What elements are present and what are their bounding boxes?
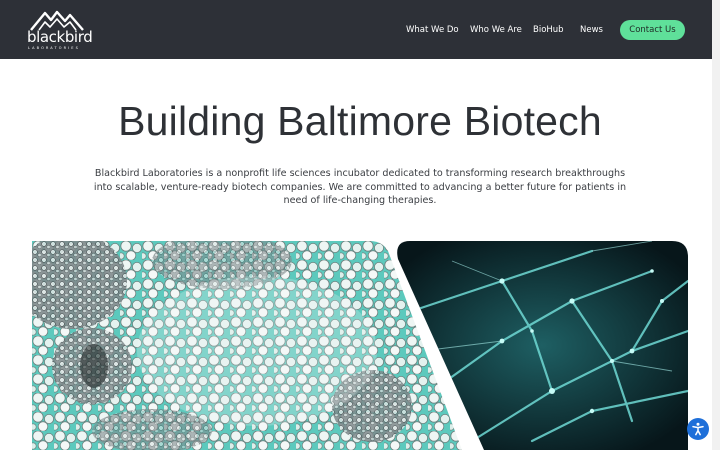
nav-what-we-do[interactable]: What We Do	[406, 24, 459, 36]
neuron-network-image	[397, 241, 688, 450]
brand-name: blackbird	[27, 28, 93, 46]
brand-subline: LABORATORIES	[28, 46, 80, 50]
hero-title: Building Baltimore Biotech	[118, 98, 602, 144]
page-scrollbar[interactable]	[712, 0, 720, 450]
accessibility-icon	[692, 422, 704, 436]
nav-who-we-are[interactable]: Who We Are	[470, 24, 522, 36]
main-nav: What We Do Who We Are BioHub News	[396, 0, 616, 59]
accessibility-button[interactable]	[687, 418, 709, 440]
hero-images	[32, 241, 688, 450]
nav-biohub[interactable]: BioHub	[533, 24, 564, 36]
site-header: blackbird LABORATORIES What We Do Who We…	[0, 0, 712, 59]
contact-us-button[interactable]: Contact Us	[620, 20, 685, 40]
nav-news[interactable]: News	[580, 24, 603, 36]
brand-logo[interactable]: blackbird LABORATORIES	[27, 8, 93, 52]
hero-intro: Blackbird Laboratories is a nonprofit li…	[93, 168, 627, 207]
